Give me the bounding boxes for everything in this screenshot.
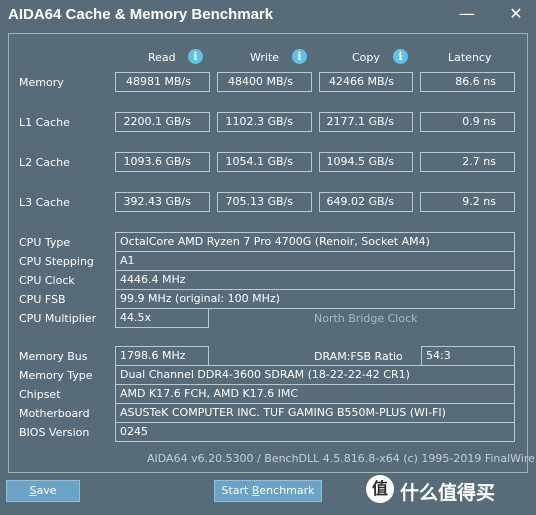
bios-version-label: BIOS Version <box>19 426 90 439</box>
version-footer: AIDA64 v6.20.5300 / BenchDLL 4.5.816.8-x… <box>147 452 536 465</box>
chipset-value: AMD K17.6 FCH, AMD K17.6 IMC <box>115 384 515 404</box>
bios-version-value: 0245 <box>115 422 515 442</box>
l3-latency-value: 9.2 ns <box>420 192 515 212</box>
north-bridge-clock-label: North Bridge Clock <box>314 312 418 325</box>
memory-bus-value: 1798.6 MHz <box>115 346 209 366</box>
write-info-icon[interactable]: i <box>292 49 307 64</box>
cpu-stepping-label: CPU Stepping <box>19 255 94 268</box>
row-label-l3: L3 Cache <box>19 196 70 209</box>
cpu-type-value: OctalCore AMD Ryzen 7 Pro 4700G (Renoir,… <box>115 232 515 252</box>
column-header-write: Write <box>250 51 280 64</box>
title-bar: AIDA64 Cache & Memory Benchmark — ✕ <box>0 0 536 30</box>
motherboard-label: Motherboard <box>19 407 90 420</box>
column-header-latency: Latency <box>448 51 492 64</box>
l2-write-value: 1054.1 GB/s <box>217 152 312 172</box>
memory-bus-label: Memory Bus <box>19 350 88 363</box>
l1-copy-value: 2177.1 GB/s <box>319 112 413 132</box>
l3-write-value: 705.13 GB/s <box>217 192 312 212</box>
memory-write-value: 48400 MB/s <box>217 72 312 92</box>
column-header-read: Read <box>148 51 176 64</box>
cpu-fsb-value: 99.9 MHz (original: 100 MHz) <box>115 289 515 309</box>
cpu-fsb-label: CPU FSB <box>19 293 66 306</box>
row-label-memory: Memory <box>19 76 64 89</box>
cpu-type-label: CPU Type <box>19 236 71 249</box>
memory-type-label: Memory Type <box>19 369 93 382</box>
motherboard-value: ASUSTeK COMPUTER INC. TUF GAMING B550M-P… <box>115 403 515 423</box>
start-label-prefix: Start <box>221 484 252 497</box>
cpu-stepping-value: A1 <box>115 251 515 271</box>
close-icon[interactable]: ✕ <box>503 4 529 24</box>
watermark-text: 什么值得买 <box>400 482 496 504</box>
dram-fsb-ratio-label: DRAM:FSB Ratio <box>314 350 403 363</box>
l1-read-value: 2200.1 GB/s <box>115 112 210 132</box>
save-label-rest: ave <box>36 484 57 497</box>
row-label-l2: L2 Cache <box>19 156 70 169</box>
column-header-copy: Copy <box>352 51 380 64</box>
l1-write-value: 1102.3 GB/s <box>217 112 312 132</box>
window-title: AIDA64 Cache & Memory Benchmark <box>8 6 274 23</box>
minimize-icon[interactable]: — <box>454 4 480 24</box>
read-info-icon[interactable]: i <box>188 49 203 64</box>
memory-latency-value: 86.6 ns <box>420 72 515 92</box>
row-label-l1: L1 Cache <box>19 116 70 129</box>
cpu-clock-label: CPU Clock <box>19 274 75 287</box>
watermark-logo-icon: 值 <box>366 475 394 503</box>
cpu-multiplier-label: CPU Multiplier <box>19 312 97 325</box>
memory-type-value: Dual Channel DDR4-3600 SDRAM (18-22-22-4… <box>115 365 515 385</box>
cpu-clock-value: 4446.4 MHz <box>115 270 515 290</box>
memory-read-value: 48981 MB/s <box>115 72 210 92</box>
l2-read-value: 1093.6 GB/s <box>115 152 210 172</box>
chipset-label: Chipset <box>19 388 61 401</box>
cpu-multiplier-value: 44.5x <box>115 308 209 328</box>
start-label-rest: enchmark <box>259 484 315 497</box>
start-benchmark-button[interactable]: Start Benchmark <box>214 480 322 502</box>
l1-latency-value: 0.9 ns <box>420 112 515 132</box>
l2-copy-value: 1094.5 GB/s <box>319 152 413 172</box>
l3-copy-value: 649.02 GB/s <box>319 192 413 212</box>
l2-latency-value: 2.7 ns <box>420 152 515 172</box>
copy-info-icon[interactable]: i <box>393 49 408 64</box>
l3-read-value: 392.43 GB/s <box>115 192 210 212</box>
dram-fsb-ratio-value: 54:3 <box>421 346 515 366</box>
save-button[interactable]: Save <box>6 480 80 502</box>
memory-copy-value: 42466 MB/s <box>319 72 413 92</box>
